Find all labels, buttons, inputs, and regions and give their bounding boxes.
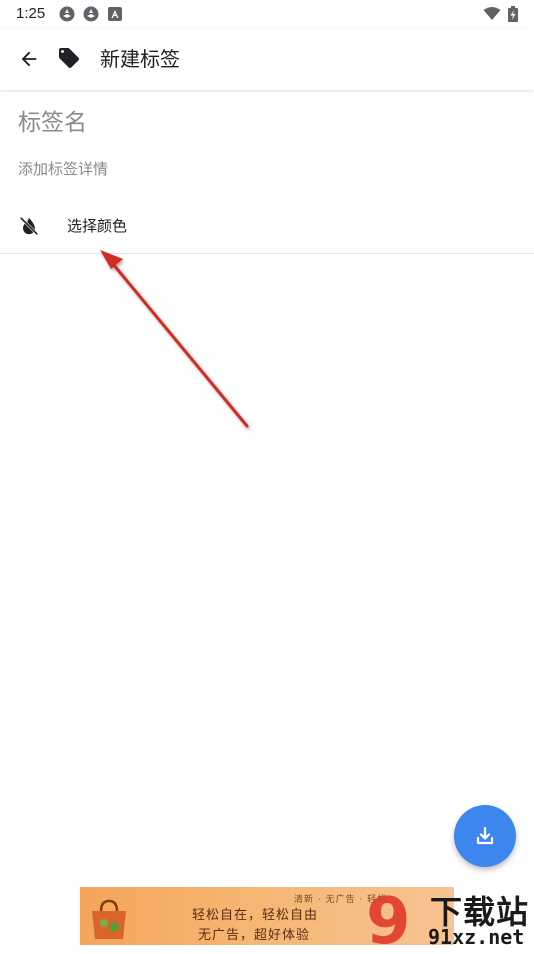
ad-line-2: 无广告，超好体验 [198, 928, 311, 943]
app-a-icon [108, 7, 122, 21]
download-fab[interactable] [454, 805, 516, 867]
tag-detail-input[interactable] [18, 157, 518, 181]
shopping-bag-icon [92, 899, 126, 939]
page-title: 新建标签 [100, 47, 180, 71]
download-icon [476, 826, 494, 845]
ad-line-1: 轻松自在，轻松自由 [192, 908, 319, 923]
status-bar: 1:25 [0, 0, 534, 28]
select-color-label: 选择颜色 [67, 217, 128, 235]
tag-icon [57, 46, 81, 70]
tag-name-input[interactable] [18, 106, 518, 140]
back-button[interactable] [14, 44, 44, 74]
sync-icon-2 [83, 6, 99, 22]
watermark-logo: 9 下载站 91xz.net [366, 885, 534, 954]
wifi-icon [483, 6, 501, 22]
status-time: 1:25 [16, 5, 46, 22]
select-color-row[interactable]: 选择颜色 [0, 200, 534, 254]
app-bar: 新建标签 [0, 28, 534, 90]
annotation-arrow [100, 250, 249, 428]
sync-icon [59, 6, 75, 22]
color-off-icon [18, 215, 40, 237]
battery-charging-icon [508, 6, 518, 22]
arrow-left-icon [21, 51, 37, 67]
watermark-digit: 9 [366, 885, 411, 950]
watermark-url: 91xz.net [428, 925, 525, 949]
